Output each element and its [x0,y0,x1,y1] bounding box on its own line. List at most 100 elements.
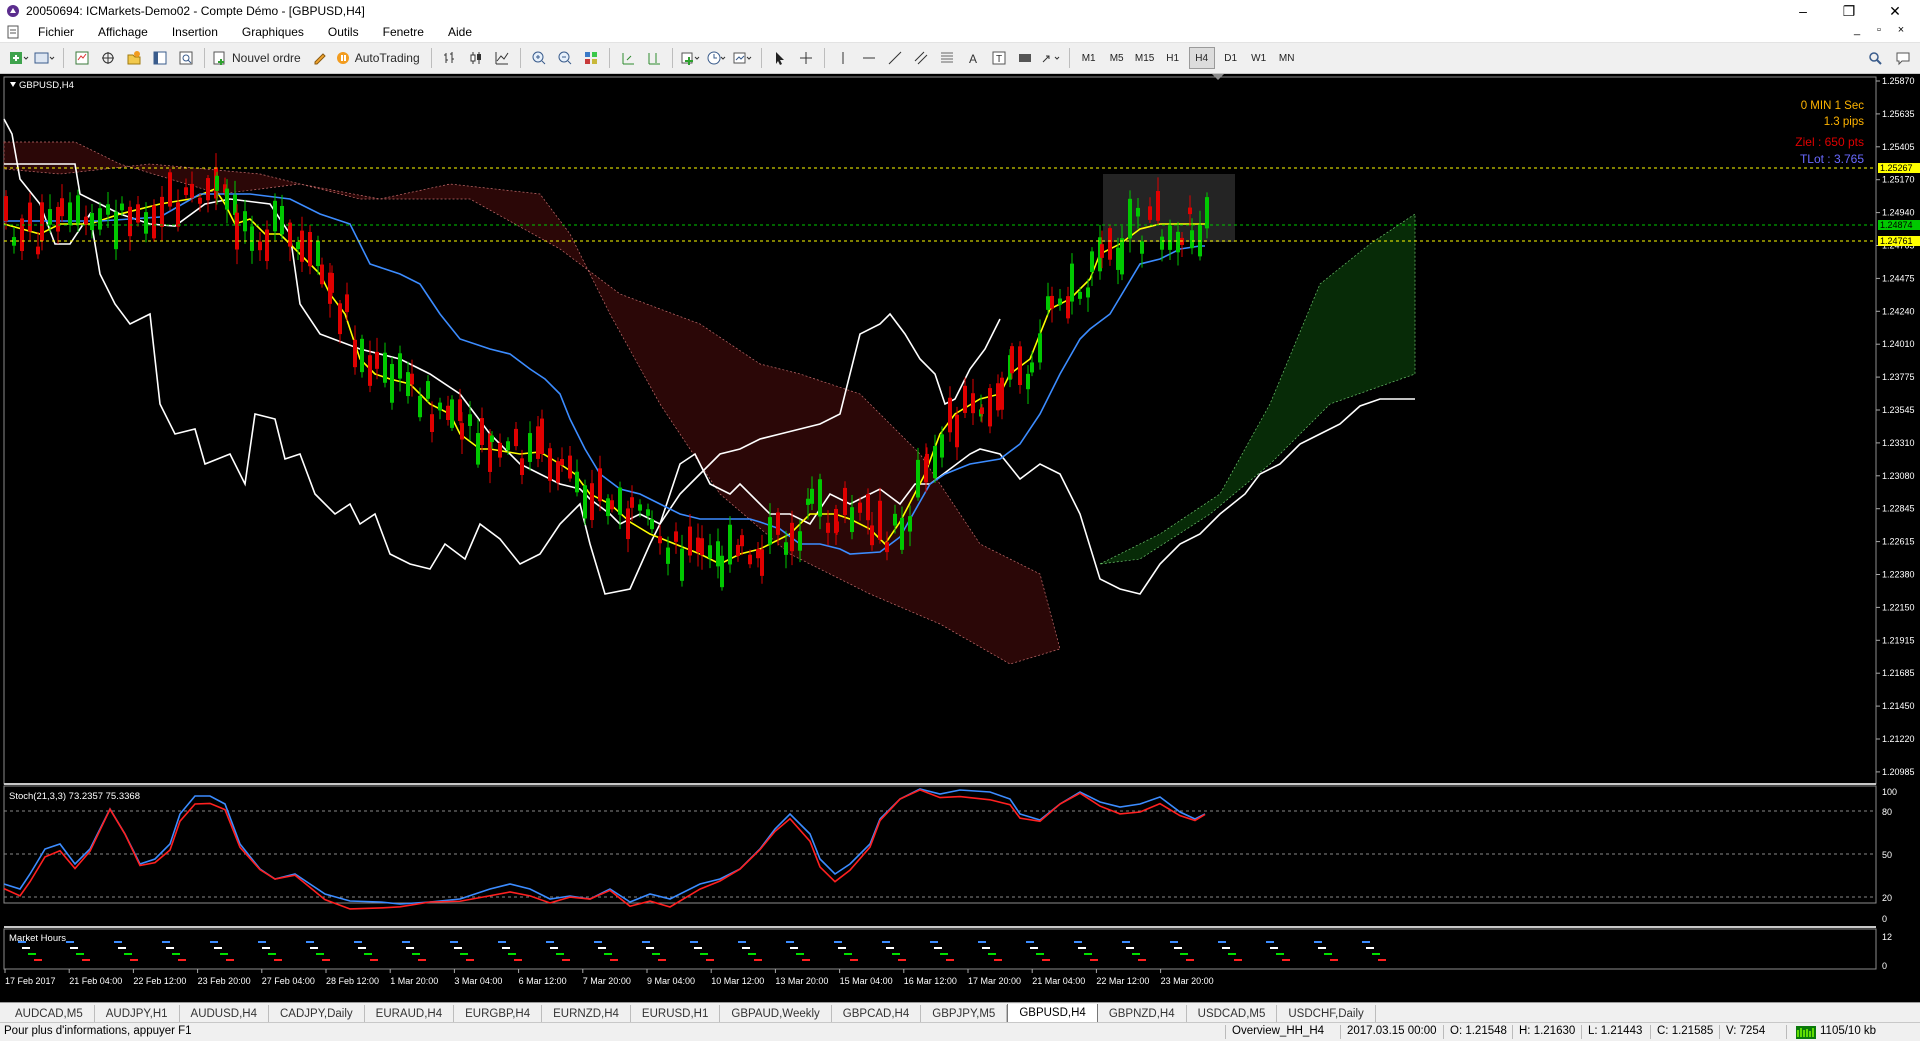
candle-body [1190,230,1194,249]
candle-body [748,554,752,565]
timeframe-h4[interactable]: H4 [1188,47,1215,69]
market-session-dash [214,947,222,949]
new-order-button[interactable]: Nouvel ordre [212,47,305,69]
menu-affichage[interactable]: Affichage [86,22,160,42]
time-axis-label: 27 Feb 04:00 [262,976,315,986]
market-session-dash [364,953,372,955]
menu-insertion[interactable]: Insertion [160,22,230,42]
close-button[interactable]: ✕ [1872,0,1918,22]
periods-icon[interactable] [706,47,728,69]
templates-icon[interactable] [732,47,754,69]
search-icon[interactable] [1864,47,1886,69]
candlestick-icon[interactable] [465,47,487,69]
zoom-out-icon[interactable] [554,47,576,69]
chat-icon[interactable] [1892,47,1914,69]
market-session-dash [1228,953,1236,955]
market-session-dash [934,947,942,949]
market-session-dash [946,959,954,961]
menu-outils[interactable]: Outils [316,22,371,42]
timeframe-mn[interactable]: MN [1275,48,1299,68]
zoom-in-icon[interactable] [528,47,550,69]
tab-euraud-h4[interactable]: EURAUD,H4 [365,1005,455,1023]
market-session-dash [786,941,794,943]
time-axis-label: 22 Feb 12:00 [133,976,186,986]
menu-fichier[interactable]: Fichier [26,22,86,42]
fibonacci-icon[interactable] [936,47,958,69]
timeframe-m1[interactable]: M1 [1077,48,1101,68]
market-session-dash [406,947,414,949]
navigator-icon[interactable] [123,47,145,69]
market-session-dash [1174,947,1182,949]
tab-usdchf-daily[interactable]: USDCHF,Daily [1277,1005,1376,1023]
toolbar-separator [671,48,673,68]
candle-body [406,372,410,397]
indicators-icon[interactable] [680,47,702,69]
menu-graphiques[interactable]: Graphiques [230,22,316,42]
vertical-line-icon[interactable] [832,47,854,69]
mdi-minimize-button[interactable]: _ [1848,24,1866,38]
status-profile[interactable]: Overview_HH_H4 [1232,1025,1324,1037]
tab-eurnzd-h4[interactable]: EURNZD,H4 [542,1005,631,1023]
timeframe-w1[interactable]: W1 [1247,48,1271,68]
candle-body [858,502,862,513]
tab-gbpusd-h4[interactable]: GBPUSD,H4 [1007,1004,1098,1023]
menu-fenetre[interactable]: Fenetre [371,22,436,42]
timeframe-h1[interactable]: H1 [1161,48,1185,68]
tab-eurusd-h1[interactable]: EURUSD,H1 [631,1005,721,1023]
tab-gbpnzd-h4[interactable]: GBPNZD,H4 [1098,1005,1187,1023]
new-chart-icon[interactable] [8,47,30,69]
minimize-button[interactable]: – [1780,0,1826,22]
autotrading-button[interactable]: AutoTrading [335,47,424,69]
candle-body [716,541,720,567]
market-session-dash [754,959,762,961]
chart-canvas[interactable]: GBPUSD,H4 0 MIN 1 Sec 1.3 pips Ziel : 65… [0,74,1920,1002]
candle-body [756,548,760,559]
time-axis-label: 16 Mar 12:00 [904,976,957,986]
label-shape-icon[interactable] [1014,47,1036,69]
tab-audcad-m5[interactable]: AUDCAD,M5 [4,1005,95,1023]
timeframe-m5[interactable]: M5 [1105,48,1129,68]
text-icon[interactable]: A [962,47,984,69]
tab-gbpcad-h4[interactable]: GBPCAD,H4 [832,1005,922,1023]
tab-gbpjpy-m5[interactable]: GBPJPY,M5 [921,1005,1008,1023]
time-axis-label: 3 Mar 04:00 [454,976,502,986]
trendline-icon[interactable] [884,47,906,69]
maximize-button[interactable]: ❐ [1826,0,1872,22]
candle-body [850,507,854,533]
tab-cadjpy-daily[interactable]: CADJPY,Daily [269,1005,365,1023]
mdi-close-button[interactable]: × [1892,24,1910,38]
menu-aide[interactable]: Aide [436,22,484,42]
crosshair-icon[interactable] [795,47,817,69]
tab-audusd-h4[interactable]: AUDUSD,H4 [180,1005,269,1023]
tab-audjpy-h1[interactable]: AUDJPY,H1 [95,1005,180,1023]
chart-shift-icon[interactable] [643,47,665,69]
market-session-dash [982,947,990,949]
tab-gbpaud-weekly[interactable]: GBPAUD,Weekly [720,1005,832,1023]
data-window-icon[interactable] [97,47,119,69]
timeframe-d1[interactable]: D1 [1219,48,1243,68]
chart-window[interactable]: GBPUSD,H4 0 MIN 1 Sec 1.3 pips Ziel : 65… [0,74,1920,1002]
cursor-icon[interactable] [769,47,791,69]
candle-body [1090,251,1094,272]
equidistant-channel-icon[interactable] [910,47,932,69]
candle-body [1116,247,1120,270]
mdi-restore-button[interactable]: ▫ [1870,24,1888,38]
auto-scroll-icon[interactable] [617,47,639,69]
tab-eurgbp-h4[interactable]: EURGBP,H4 [454,1005,543,1023]
bar-chart-icon[interactable] [439,47,461,69]
text-label-icon[interactable]: T [988,47,1010,69]
metaeditor-icon[interactable] [309,47,331,69]
profiles-icon[interactable] [34,47,56,69]
tile-windows-icon[interactable] [580,47,602,69]
line-chart-icon[interactable] [491,47,513,69]
candle-body [90,213,94,231]
strategy-tester-icon[interactable] [175,47,197,69]
terminal-icon[interactable] [149,47,171,69]
horizontal-line-icon[interactable] [858,47,880,69]
candle-body [556,461,560,483]
price-axis-label: 1.21220 [1882,734,1915,744]
market-watch-icon[interactable] [71,47,93,69]
timeframe-m15[interactable]: M15 [1133,48,1157,68]
arrows-icon[interactable] [1040,47,1062,69]
tab-usdcad-m5[interactable]: USDCAD,M5 [1187,1005,1278,1023]
